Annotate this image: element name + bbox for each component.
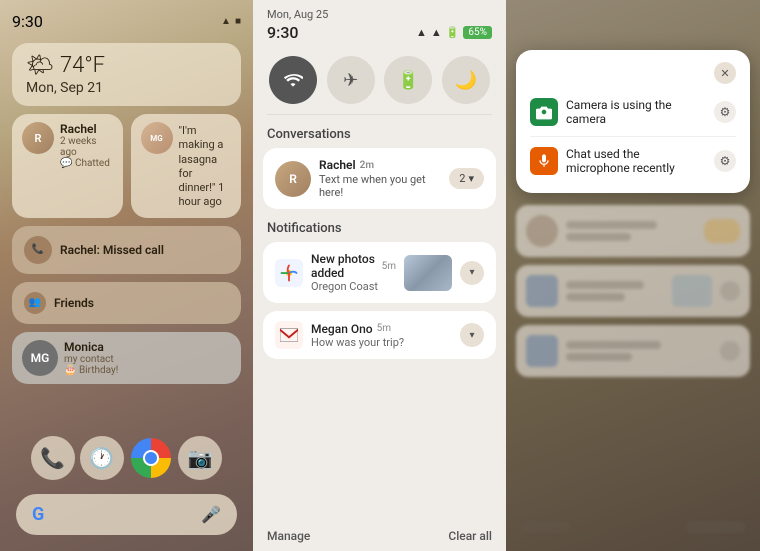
rachel-notif-msg: Text me when you get here! (319, 173, 441, 199)
rachel-icon-label: 💬 Chatted (60, 158, 113, 169)
blurred-item-2 (516, 265, 750, 317)
monica-geller-msg: "I'm making a lasagna for dinner!" 1 hou… (179, 124, 232, 210)
photos-expand-button[interactable]: ▾ (460, 261, 484, 285)
photos-notification[interactable]: New photos added 5m Oregon Coast ▾ (263, 242, 496, 303)
google-logo: G (32, 504, 44, 525)
friends-card[interactable]: 👥 Friends (12, 282, 241, 324)
mic-alert-icon (530, 147, 558, 175)
manage-button[interactable]: Manage (267, 529, 310, 543)
photos-app-icon (275, 259, 303, 287)
mic-settings-button[interactable]: ⚙ (714, 150, 736, 172)
missed-call-card[interactable]: 📞 Rachel: Missed call (12, 226, 241, 274)
home-screen: 9:30 ▲ ■ 🌤 74°F Mon, Sep 21 R Rachel 2 w… (0, 0, 253, 551)
battery-pct: 65% (463, 26, 492, 39)
popup-header: ✕ (530, 62, 736, 84)
rachel-name: Rachel (60, 122, 113, 136)
gmail-app-icon (275, 321, 303, 349)
battery-status-icon: 🔋 (446, 26, 460, 39)
airplane-toggle[interactable]: ✈ (327, 56, 375, 104)
shade-footer: Manage Clear all (253, 521, 506, 551)
monica-name: Monica (64, 340, 118, 354)
dock: 📞 🕐 📷 (12, 428, 241, 488)
missed-call-icon: 📞 (24, 236, 52, 264)
megan-notif-msg: How was your trip? (311, 336, 452, 349)
shade-header: Mon, Aug 25 9:30 ▲ ▲ 🔋 65% (253, 0, 506, 46)
conversations-label: Conversations (253, 123, 506, 148)
rachel-notification-card[interactable]: R Rachel 2m Text me when you get here! 2… (263, 148, 496, 209)
mic-alert-text: Chat used the microphone recently (566, 147, 706, 175)
chrome-dock-icon[interactable] (129, 436, 173, 480)
battery-saver-toggle[interactable]: 🔋 (384, 56, 432, 104)
permission-alert-card: ✕ Camera is using the camera ⚙ (516, 50, 750, 193)
camera-settings-button[interactable]: ⚙ (714, 101, 736, 123)
shade-time: 9:30 (267, 23, 299, 42)
photos-notif-title: New photos added 5m (311, 252, 396, 280)
missed-call-text: Rachel: Missed call (60, 243, 229, 257)
blurred-item-1 (516, 205, 750, 257)
weather-widget[interactable]: 🌤 74°F Mon, Sep 21 (12, 43, 241, 106)
megan-notification[interactable]: Megan Ono 5m How was your trip? ▾ (263, 311, 496, 359)
popup-divider (530, 136, 736, 137)
camera-alert-item: Camera is using the camera ⚙ (530, 92, 736, 132)
photos-notif-sub: Oregon Coast (311, 280, 396, 293)
friends-icon: 👥 (24, 292, 46, 314)
megan-notif-title: Megan Ono 5m (311, 322, 452, 336)
shade-divider (267, 114, 492, 115)
clear-all-button[interactable]: Clear all (448, 529, 492, 543)
clock-dock-icon[interactable]: 🕐 (80, 436, 124, 480)
rachel-notif-title: Rachel 2m (319, 158, 441, 172)
mic-icon[interactable]: 🎤 (201, 505, 221, 524)
monica-geller-avatar: MG (141, 122, 173, 154)
blurred-footer (516, 513, 750, 541)
rachel-convo-card[interactable]: R Rachel 2 weeks ago 💬 Chatted (12, 114, 123, 218)
phone-dock-icon[interactable]: 📞 (31, 436, 75, 480)
shade-date: Mon, Aug 25 (267, 8, 492, 21)
battery-icon: ■ (235, 16, 241, 27)
rachel-notif-avatar: R (275, 161, 311, 197)
megan-expand-button[interactable]: ▾ (460, 323, 484, 347)
status-bar: 9:30 ▲ ■ (12, 8, 241, 39)
monica-geller-card[interactable]: MG "I'm making a lasagna for dinner!" 1 … (131, 114, 242, 218)
monica-birthday: 🎂 Birthday! (64, 365, 118, 376)
rachel-avatar: R (22, 122, 54, 154)
camera-dock-icon[interactable]: 📷 (178, 436, 222, 480)
weather-temp: 74°F (60, 53, 105, 78)
notifications-label: Notifications (253, 217, 506, 242)
google-search-bar[interactable]: G 🎤 (16, 494, 237, 535)
status-icons: ▲ ■ (221, 16, 241, 27)
mg-avatar: MG (22, 340, 58, 376)
close-button[interactable]: ✕ (714, 62, 736, 84)
blurred-background-list (516, 205, 750, 377)
mic-alert-item: Chat used the microphone recently ⚙ (530, 141, 736, 181)
reply-badge[interactable]: 2 ▾ (449, 168, 484, 189)
home-time: 9:30 (12, 12, 43, 31)
monica-sub: my contact (64, 354, 118, 365)
shade-status-icons: ▲ ▲ 🔋 65% (416, 26, 492, 39)
rachel-sub: 2 weeks ago (60, 136, 113, 158)
camera-icon (530, 98, 558, 126)
notification-shade: Mon, Aug 25 9:30 ▲ ▲ 🔋 65% ✈ 🔋 🌙 Convers… (253, 0, 506, 551)
signal-icon: ▲ (221, 16, 231, 27)
weather-date: Mon, Sep 21 (26, 80, 227, 96)
wifi-toggle[interactable] (269, 56, 317, 104)
camera-alert-text: Camera is using the camera (566, 98, 706, 126)
blurred-item-3 (516, 325, 750, 377)
quick-settings: ✈ 🔋 🌙 (253, 46, 506, 114)
permission-popup-panel: ✕ Camera is using the camera ⚙ (506, 0, 760, 551)
monica-card[interactable]: MG Monica my contact 🎂 Birthday! (12, 332, 241, 384)
weather-icon: 🌤 (26, 53, 54, 78)
photos-thumbnail (404, 255, 452, 291)
friends-label: Friends (54, 296, 94, 310)
signal-status-icon: ▲ (431, 26, 442, 39)
night-mode-toggle[interactable]: 🌙 (442, 56, 490, 104)
wifi-status-icon: ▲ (416, 26, 427, 39)
